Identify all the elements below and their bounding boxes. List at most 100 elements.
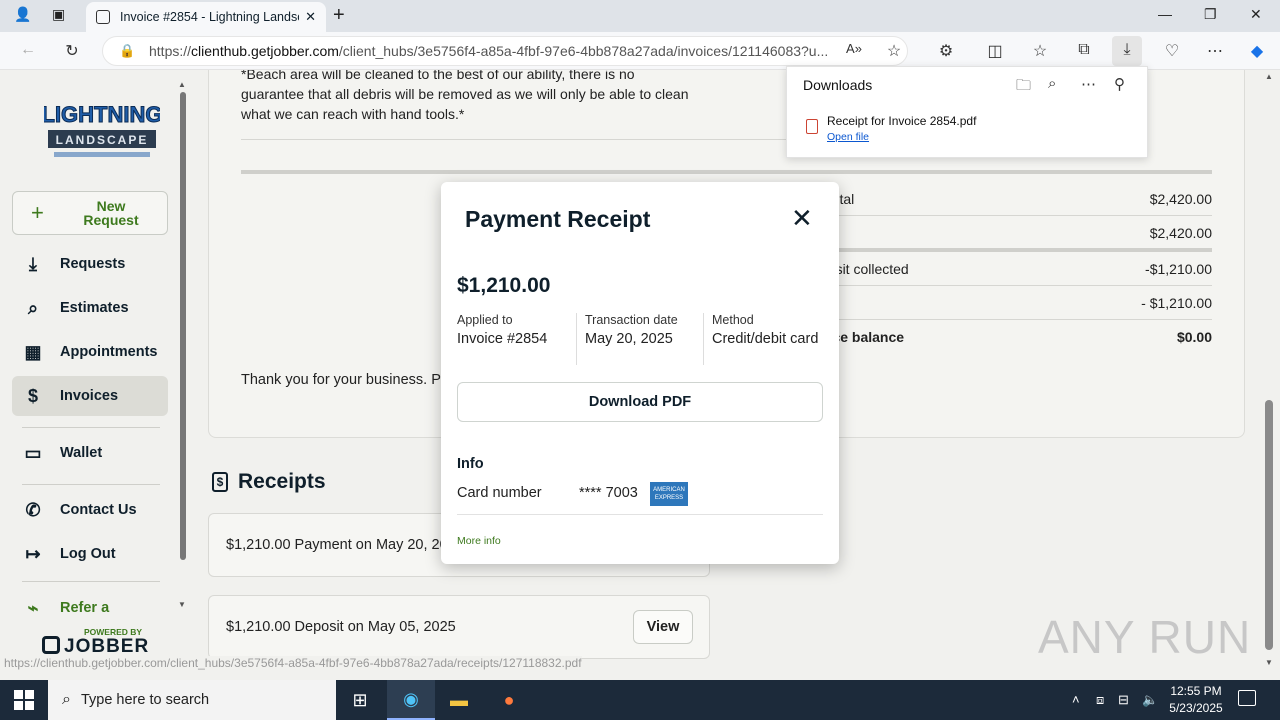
receipts-heading: $ Receipts (212, 470, 326, 494)
amex-logo-icon: AMERICAN EXPRESS (650, 482, 688, 506)
profile-icon[interactable]: 👤 (14, 6, 31, 23)
network-icon[interactable]: ⊟ (1118, 692, 1129, 708)
sidebar-scrollbar[interactable]: ▲ ▼ (178, 80, 188, 610)
divider (576, 313, 577, 365)
svg-text:LIGHTNING: LIGHTNING (44, 102, 160, 127)
downloads-icon[interactable]: ⤓ (1112, 36, 1142, 66)
sidebar-item-contact-us[interactable]: ✆ Contact Us (12, 490, 168, 530)
tab-actions-icon[interactable]: ▣ (52, 6, 65, 23)
clock-date: 5/23/2025 (1169, 701, 1223, 715)
view-receipt-button[interactable]: View (633, 610, 693, 644)
url-bar[interactable]: 🔒 https://clienthub.getjobber.com/client… (102, 36, 908, 66)
window-close-icon[interactable]: ✕ (1250, 6, 1262, 23)
method-label: Method (712, 313, 754, 327)
more-menu-icon[interactable]: ⋯ (1205, 41, 1225, 61)
search-icon: ⌕ (62, 691, 71, 708)
file-explorer-icon[interactable]: ▬ (435, 680, 483, 720)
applied-to-value: Invoice #2854 (457, 331, 548, 347)
sidebar-scroll-thumb[interactable] (180, 92, 186, 560)
search-icon[interactable]: ⌕ (1048, 75, 1056, 92)
sidebar-item-label: Requests (60, 256, 126, 272)
open-folder-icon[interactable]: 🗀 (1016, 75, 1031, 100)
downloads-title: Downloads (803, 77, 873, 93)
tab-close-icon[interactable]: ✕ (305, 9, 316, 25)
browser-tab[interactable]: Invoice #2854 - Lightning Landsc ✕ (86, 2, 326, 32)
divider (703, 313, 704, 365)
split-screen-icon[interactable]: ◫ (985, 41, 1005, 61)
back-icon[interactable]: ← (18, 41, 38, 59)
refresh-icon[interactable]: ↻ (62, 41, 82, 61)
sidebar-item-label: Log Out (60, 546, 116, 562)
page-scrollbar[interactable]: ▲ ▼ (1262, 70, 1276, 680)
summary-deposit-row: posit collected -$1,210.00 (820, 261, 1212, 277)
sidebar-item-label: Invoices (60, 388, 119, 404)
sidebar-item-estimates[interactable]: ⌕ Estimates (12, 288, 168, 328)
summary-value: $0.00 (1176, 329, 1212, 345)
credit-card-icon: ▭ (24, 442, 42, 463)
modal-title: Payment Receipt (465, 206, 651, 232)
download-file-name[interactable]: Receipt for Invoice 2854.pdf (827, 114, 976, 128)
info-heading: Info (457, 456, 484, 472)
sidebar-item-requests[interactable]: ⤓ Requests (12, 244, 168, 284)
url-path: /client_hubs/3e5756f4-a85a-4fbf-97e6-4bb… (338, 43, 829, 59)
sidebar-item-refer[interactable]: ⌁ Refer a (12, 588, 168, 628)
card-number-label: Card number (457, 485, 542, 501)
sidebar-divider (22, 484, 160, 485)
sidebar-item-wallet[interactable]: ▭ Wallet (12, 433, 168, 473)
volume-icon[interactable]: 🔈 (1142, 692, 1158, 708)
sidebar-item-invoices[interactable]: $ Invoices (12, 376, 168, 416)
jobber-logo: JOBBER (42, 636, 149, 658)
pdf-file-icon (806, 119, 818, 134)
page-scroll-thumb[interactable] (1265, 400, 1273, 650)
applied-to-field: Applied to Invoice #2854 (457, 313, 577, 348)
read-aloud-icon[interactable]: A» (844, 41, 864, 56)
summary-value: -$1,210.00 (1145, 261, 1212, 277)
collections-icon[interactable]: ⧉ (1074, 41, 1094, 59)
notification-icon[interactable] (1238, 690, 1256, 706)
open-file-link[interactable]: Open file (827, 131, 869, 143)
applied-to-label: Applied to (457, 313, 513, 327)
more-info-link[interactable]: More info (457, 535, 501, 547)
sidebar-item-appointments[interactable]: ▦ Appointments (12, 332, 168, 372)
maximize-icon[interactable]: ❐ (1204, 6, 1217, 23)
taskbar-clock[interactable]: 12:55 PM 5/23/2025 (1166, 683, 1226, 717)
edge-browser-icon[interactable]: ◉ (387, 680, 435, 720)
sidebar-item-log-out[interactable]: ↦ Log Out (12, 534, 168, 574)
summary-paid-row: id- $1,210.00 (820, 295, 1212, 311)
browser-essentials-icon[interactable]: ♡ (1162, 41, 1182, 61)
receipt-dollar-icon: $ (212, 472, 228, 492)
sidebar-divider (22, 427, 160, 428)
task-view-icon[interactable]: ⊞ (336, 680, 384, 720)
new-tab-icon[interactable]: + (333, 4, 345, 27)
windows-start-icon[interactable] (14, 690, 34, 710)
divider (241, 139, 806, 140)
transaction-date-label: Transaction date (585, 313, 678, 327)
pin-icon[interactable]: ⚲ (1114, 75, 1125, 93)
summary-total-row: tal$2,420.00 (820, 225, 1212, 241)
firefox-icon[interactable]: ● (485, 680, 533, 720)
summary-value: $2,420.00 (1149, 225, 1212, 241)
favorites-icon[interactable]: ☆ (1030, 41, 1050, 61)
windows-taskbar: ⌕ Type here to search ⊞ ◉ ▬ ● ˄ ⧈ ⊟ 🔈 12:… (0, 680, 1280, 720)
estimate-search-icon: ⌕ (27, 297, 39, 318)
taskbar-search-box[interactable]: ⌕ Type here to search (48, 680, 336, 720)
more-options-icon[interactable]: ⋯ (1081, 75, 1096, 93)
receipt-item-deposit[interactable]: $1,210.00 Deposit on May 05, 2025 View (208, 595, 710, 659)
copilot-icon[interactable]: ◆ (1247, 41, 1267, 61)
status-bar-url: https://clienthub.getjobber.com/client_h… (4, 656, 582, 670)
minimize-icon[interactable]: — (1158, 6, 1172, 22)
tray-overflow-icon[interactable]: ˄ (1072, 692, 1080, 707)
tab-title: Invoice #2854 - Lightning Landsc (120, 10, 300, 24)
divider (820, 248, 1212, 252)
invoice-note: *Beach area will be cleaned to the best … (241, 70, 689, 122)
new-request-button[interactable]: + New Request (12, 191, 168, 235)
downloads-panel: Downloads 🗀 ⌕ ⋯ ⚲ Receipt for Invoice 28… (786, 66, 1148, 158)
device-icon[interactable]: ⧈ (1096, 692, 1104, 708)
close-icon[interactable]: ✕ (791, 205, 813, 231)
favorite-star-icon[interactable]: ☆ (884, 41, 904, 61)
receipt-amount: $1,210.00 (457, 274, 551, 297)
download-pdf-button[interactable]: Download PDF (457, 382, 823, 422)
divider (820, 285, 1212, 286)
anyrun-watermark: ANY RUN (1038, 611, 1252, 663)
extensions-icon[interactable]: ⚙ (936, 41, 956, 61)
